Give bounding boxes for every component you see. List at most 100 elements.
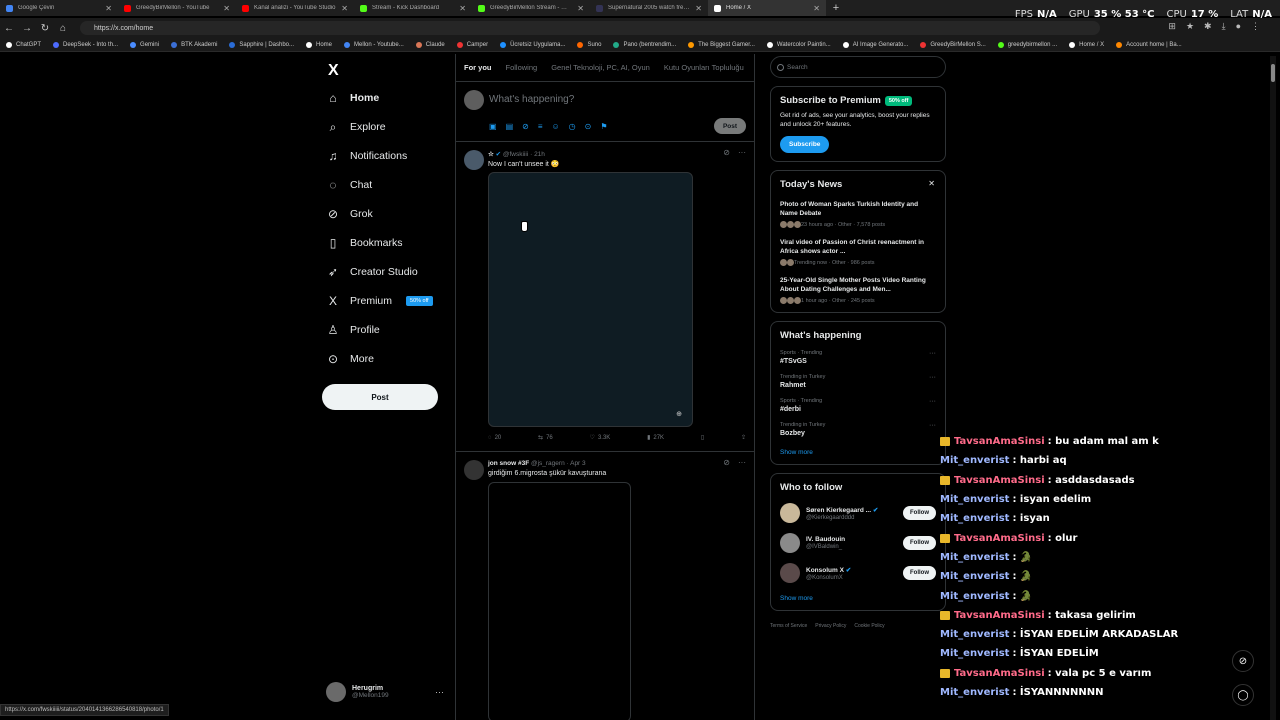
close-tab-icon[interactable]: ✕ [813, 4, 820, 13]
scrollbar-thumb[interactable] [1271, 64, 1275, 82]
trend-item[interactable]: Sports · Trending #TSvGS ··· [780, 350, 936, 365]
follow-button[interactable]: Follow [903, 506, 936, 521]
grok-icon[interactable]: ⊘ [723, 458, 730, 467]
grok-icon[interactable]: ⊕ [676, 410, 682, 418]
bookmark-item[interactable]: DeepSeek - Into th... [53, 41, 118, 48]
follow-suggestion[interactable]: Søren Kierkegaard ... ✔ @Kierkegaardddd Fo… [780, 503, 936, 524]
grok-icon[interactable]: ⊘ [522, 122, 529, 131]
close-tab-icon[interactable]: ✕ [341, 4, 348, 13]
bookmark-icon[interactable]: ▯ [701, 434, 704, 441]
close-icon[interactable]: ✕ [928, 179, 935, 188]
home-icon[interactable]: ⌂ [54, 23, 72, 34]
terms-link[interactable]: Terms of Service [770, 623, 807, 629]
schedule-icon[interactable]: ◷ [569, 122, 576, 131]
downloads-icon[interactable]: ⤓ [1222, 21, 1226, 32]
nav-creator-studio[interactable]: ➶ Creator Studio [326, 261, 418, 283]
location-icon[interactable]: ⊙ [585, 122, 592, 131]
more-icon[interactable]: ··· [738, 458, 746, 467]
avatar[interactable] [464, 150, 484, 170]
profile-icon[interactable]: ● [1236, 21, 1241, 32]
back-icon[interactable]: ← [0, 23, 18, 34]
repost-button[interactable]: ⇆ 76 [538, 434, 553, 442]
more-icon[interactable]: ··· [929, 374, 936, 381]
tweet-time[interactable]: · Apr 3 [567, 460, 586, 467]
grok-icon[interactable]: ⊘ [723, 148, 730, 157]
follow-suggestion[interactable]: IV. Baudouin @IVBaldwin_ Follow [780, 533, 936, 554]
star-icon[interactable]: ★ [1186, 21, 1194, 32]
close-tab-icon[interactable]: ✕ [223, 4, 230, 13]
bookmark-item[interactable]: The Biggest Gamer... [688, 41, 755, 48]
poll-icon[interactable]: ≡ [538, 122, 543, 131]
tweet-media[interactable]: ⊕ [488, 172, 693, 427]
like-button[interactable]: ♡ 3.3K [590, 434, 611, 442]
follow-suggestion[interactable]: Konsolum X ✔ @KonsolumX Follow [780, 563, 936, 584]
show-more-link[interactable]: Show more [780, 449, 936, 456]
reply-button[interactable]: ◌ 20 [488, 434, 501, 441]
tab-5[interactable]: Supernatural 2005 watch free - 1 ✕ [590, 0, 708, 16]
tweet[interactable]: jon snow #3F @js_ragern · Apr 3 ⊘ ··· gir… [456, 452, 754, 720]
subscribe-button[interactable]: Subscribe [780, 135, 830, 153]
emoji-icon[interactable]: ☺ [552, 122, 560, 131]
bookmark-item[interactable]: Pano (bentrendim... [613, 41, 676, 48]
show-more-link[interactable]: Show more [780, 595, 936, 602]
close-tab-icon[interactable]: ✕ [459, 4, 466, 13]
nav-profile[interactable]: ♙ Profile [326, 319, 380, 341]
tweet[interactable]: ☆ ✔ @fwskiiii · 21h ⊘ ··· Now I can't uns… [456, 142, 754, 452]
install-icon[interactable]: ⊞ [1168, 21, 1176, 32]
bookmark-item[interactable]: Claude [415, 41, 445, 48]
bookmark-item[interactable]: Suno [577, 41, 601, 48]
close-tab-icon[interactable]: ✕ [695, 4, 702, 13]
composer-post-button[interactable]: Post [714, 118, 746, 134]
bookmark-item[interactable]: Camper [456, 41, 488, 48]
forward-icon[interactable]: → [18, 23, 36, 34]
nav-home[interactable]: ⌂ Home [326, 87, 379, 109]
composer-input[interactable]: What's happening? [489, 94, 574, 105]
more-icon[interactable]: ··· [435, 687, 444, 697]
nav-more[interactable]: ⊙ More [326, 348, 374, 370]
bookmark-item[interactable]: Sapphire | Dashbo... [229, 41, 294, 48]
bookmark-item[interactable]: BTK Akademi [171, 41, 217, 48]
bookmark-item[interactable]: Ücretsiz Uygulama... [500, 41, 565, 48]
follow-button[interactable]: Follow [903, 536, 936, 551]
news-item[interactable]: 25-Year-Old Single Mother Posts Video Ra… [780, 276, 936, 305]
news-item[interactable]: Photo of Woman Sparks Turkish Identity a… [780, 200, 936, 229]
trend-item[interactable]: Trending in Turkey Rahmet ··· [780, 374, 936, 389]
nav-bookmarks[interactable]: ▯ Bookmarks [326, 232, 403, 254]
tweet-media[interactable] [488, 482, 631, 720]
bookmark-item[interactable]: Watercolor Paintin... [766, 41, 831, 48]
trend-item[interactable]: Trending in Turkey Bozbey ··· [780, 422, 936, 437]
url-field[interactable]: https://x.com/home [80, 21, 1100, 35]
news-item[interactable]: Viral video of Passion of Christ reenact… [780, 238, 936, 267]
post-button[interactable]: Post [322, 384, 438, 410]
bookmark-item[interactable]: Account home | Ba... [1116, 41, 1182, 48]
tweet-handle[interactable]: @fwskiiii [503, 151, 528, 158]
search-input[interactable]: Search [770, 56, 946, 78]
tab-0[interactable]: Google Çeviri ✕ [0, 0, 118, 16]
nav-explore[interactable]: ⌕ Explore [326, 116, 386, 138]
tab-1[interactable]: GreedyBirMellon - YouTube ✕ [118, 0, 236, 16]
tab-6[interactable]: Home / X ✕ [708, 0, 826, 16]
scrollbar[interactable] [1270, 56, 1276, 720]
more-icon[interactable]: ··· [929, 350, 936, 357]
bookmark-item[interactable]: Mellon - Youtube... [344, 41, 404, 48]
bookmark-item[interactable]: greedybirmellon ... [997, 41, 1057, 48]
bookmark-item[interactable]: Home [306, 41, 332, 48]
tab-community-boardgames[interactable]: Kutu Oyunları Topluluğu [664, 63, 744, 72]
extensions-icon[interactable]: ✱ [1204, 21, 1212, 32]
tab-2[interactable]: Kanal analizi - YouTube Studio ✕ [236, 0, 354, 16]
privacy-link[interactable]: Privacy Policy [815, 623, 846, 629]
tweet-author-name[interactable]: jon snow #3F [488, 460, 529, 467]
views-button[interactable]: ▮ 27K [647, 434, 664, 442]
bookmark-item[interactable]: AI Image Generato... [842, 41, 908, 48]
menu-icon[interactable]: ⋮ [1251, 21, 1260, 32]
close-tab-icon[interactable]: ✕ [577, 4, 584, 13]
account-switcher[interactable]: Herugrim @Mellon199 ··· [326, 680, 448, 704]
reload-icon[interactable]: ↻ [36, 23, 54, 34]
cookie-link[interactable]: Cookie Policy [854, 623, 884, 629]
nav-premium[interactable]: X Premium 50% off [326, 290, 433, 312]
messages-icon[interactable]: ◯ [1232, 684, 1254, 706]
bookmark-item[interactable]: Gemini [130, 41, 159, 48]
nav-notifications[interactable]: ♫ Notifications [326, 145, 408, 167]
more-icon[interactable]: ··· [738, 148, 746, 157]
tab-following[interactable]: Following [506, 63, 538, 72]
